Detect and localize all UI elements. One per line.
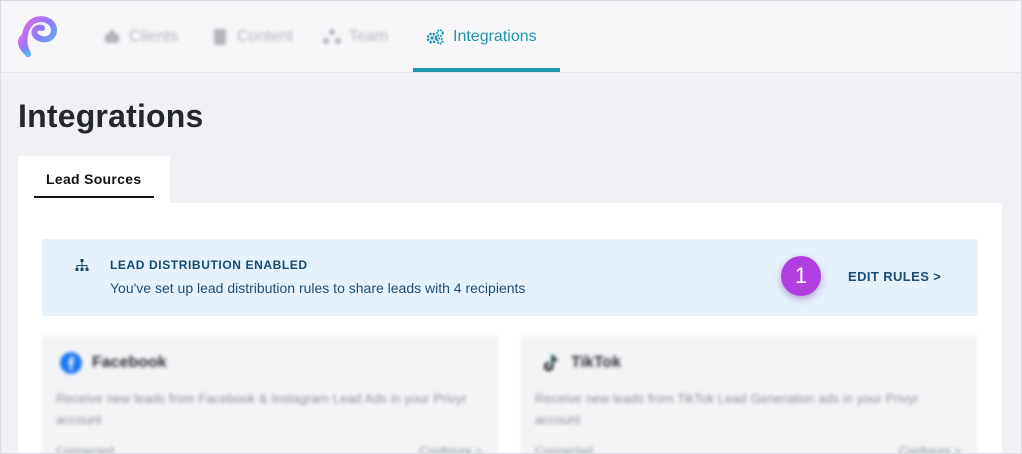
card-status: Connected	[535, 444, 594, 454]
active-tab-indicator	[413, 68, 560, 72]
facebook-icon	[60, 352, 82, 374]
card-description: Receive new leads from TikTok Lead Gener…	[535, 391, 919, 427]
card-status: Connected	[56, 444, 115, 454]
configure-link[interactable]: Configure >	[420, 444, 482, 454]
team-icon	[323, 28, 341, 44]
content-icon	[214, 28, 226, 45]
nav-item-label: Clients	[129, 27, 178, 45]
configure-link[interactable]: Configure >	[899, 444, 961, 454]
nav-item-clients[interactable]: Clients	[103, 0, 178, 73]
step-badge: 1	[781, 256, 821, 296]
nav-item-integrations[interactable]: Integrations	[425, 0, 537, 73]
banner-text: You've set up lead distribution rules to…	[110, 280, 526, 296]
nav-item-label: Integrations	[453, 27, 537, 45]
edit-rules-link[interactable]: EDIT RULES >	[848, 269, 941, 284]
integration-card-tiktok[interactable]: TikTok Receive new leads from TikTok Lea…	[521, 336, 977, 454]
tiktok-icon	[544, 353, 558, 371]
nav-item-label: Content	[237, 27, 294, 45]
card-title: Facebook	[92, 354, 167, 371]
integration-card-facebook[interactable]: Facebook Receive new leads from Facebook…	[42, 336, 498, 454]
tab-lead-sources[interactable]: Lead Sources	[18, 156, 170, 206]
clients-icon	[105, 29, 119, 43]
nav-item-label: Team	[349, 27, 389, 45]
nav-item-team[interactable]: Team	[323, 0, 388, 73]
banner-title: LEAD DISTRIBUTION ENABLED	[110, 258, 308, 272]
gears-icon	[426, 28, 444, 45]
tab-label: Lead Sources	[46, 171, 142, 187]
org-chart-icon	[75, 259, 89, 271]
card-title: TikTok	[571, 354, 622, 371]
top-navigation: Clients Content Team Integrations	[0, 0, 1022, 73]
tab-underline	[34, 196, 154, 198]
page-title: Integrations	[18, 98, 204, 134]
nav-item-content[interactable]: Content	[211, 0, 293, 73]
lead-distribution-banner: LEAD DISTRIBUTION ENABLED You've set up …	[42, 239, 978, 316]
app-logo[interactable]	[14, 14, 60, 58]
card-description: Receive new leads from Facebook & Instag…	[56, 391, 467, 427]
